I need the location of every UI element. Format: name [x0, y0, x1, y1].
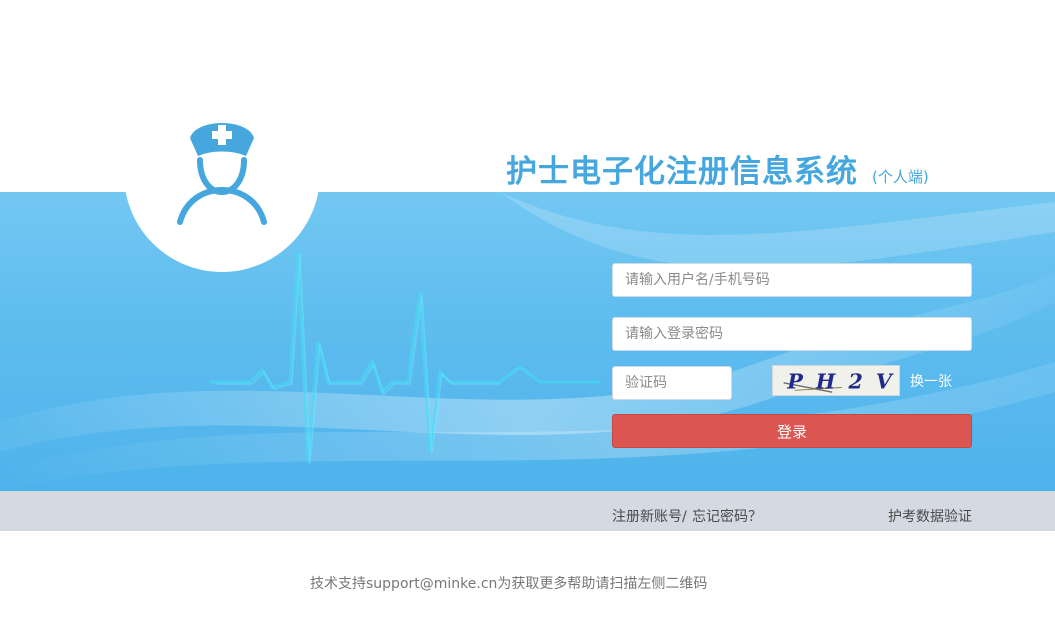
forgot-password-link[interactable]: 忘记密码？	[692, 506, 762, 526]
register-link[interactable]: 注册新账号/	[612, 506, 687, 526]
refresh-captcha-link[interactable]: 换一张	[910, 371, 952, 391]
captcha-text: PH2V	[786, 369, 900, 393]
password-input[interactable]	[612, 317, 972, 351]
nurse-icon	[177, 123, 267, 225]
login-button[interactable]: 登录	[612, 414, 972, 448]
captcha-input[interactable]	[612, 366, 732, 400]
captcha-image[interactable]: PH2V	[772, 365, 900, 396]
links-bar: 注册新账号/ 忘记密码？ 护考数据验证	[0, 491, 1055, 531]
exam-data-verify-link[interactable]: 护考数据验证	[888, 506, 972, 526]
support-footer: 技术支持support@minke.cn为获取更多帮助请扫描左侧二维码	[310, 576, 708, 592]
page-subtitle: (个人端)	[872, 168, 929, 186]
login-page: 护士电子化注册信息系统 (个人端) 请输入用户名/手机号码 验证码 PH2V 换…	[0, 0, 1055, 636]
username-input[interactable]	[612, 263, 972, 297]
page-title: 护士电子化注册信息系统	[506, 154, 858, 190]
system-title: 护士电子化注册信息系统 (个人端)	[506, 146, 929, 191]
